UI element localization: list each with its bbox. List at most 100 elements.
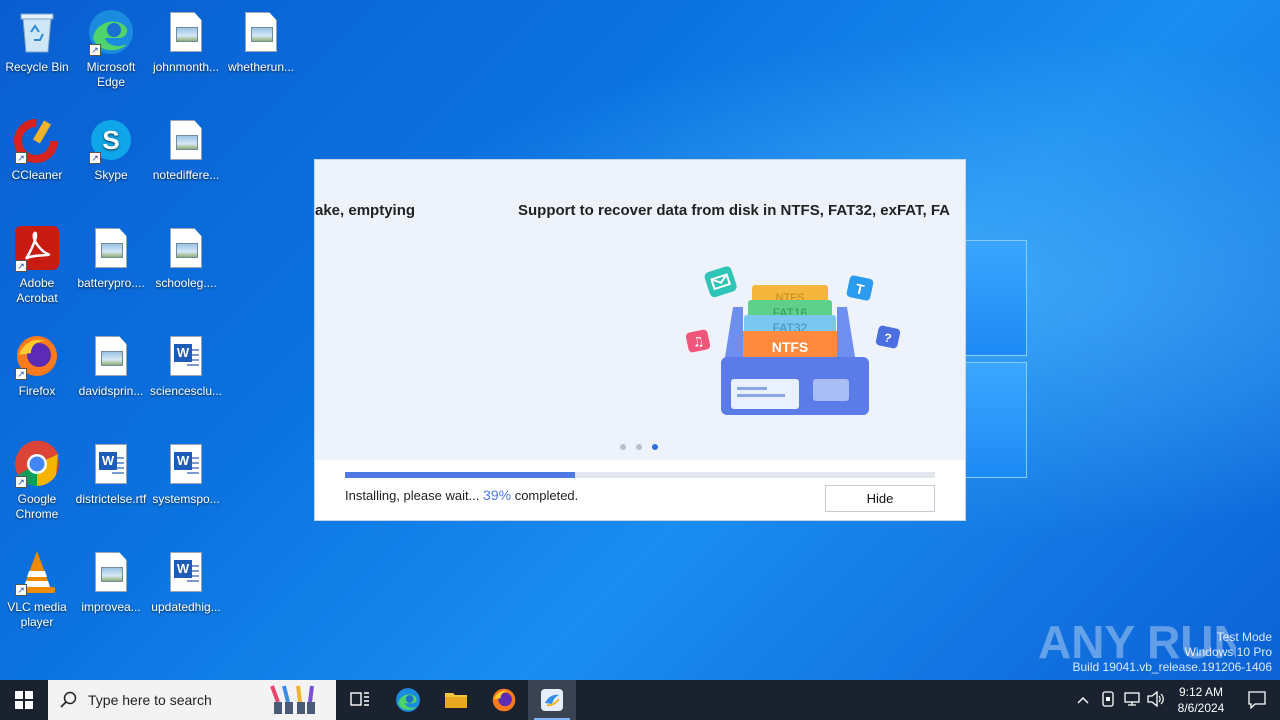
desktop-icon-google-chrome[interactable]: ↗ Google Chrome bbox=[0, 440, 74, 522]
desktop-icon-file[interactable]: W systemspo... bbox=[149, 440, 223, 507]
status-prefix: Installing, please wait... bbox=[345, 488, 480, 503]
carousel-dot[interactable] bbox=[620, 444, 626, 450]
desktop-icon-file[interactable]: schooleg.... bbox=[149, 224, 223, 291]
file-system-illustration: ♫ T ? NTFS FAT16 FAT32 NTFS bbox=[685, 266, 901, 415]
installer-dialog: ake, emptying Support to recover data fr… bbox=[315, 160, 965, 520]
desktop-icon-label: Google Chrome bbox=[15, 492, 59, 521]
desktop-icon-file[interactable]: improvea... bbox=[74, 548, 148, 615]
search-highlight-brushes-icon bbox=[270, 685, 315, 714]
action-center-button[interactable] bbox=[1234, 691, 1280, 709]
desktop-icon-ccleaner[interactable]: ↗ CCleaner bbox=[0, 116, 74, 183]
desktop-icon-file[interactable]: W districtelse.rtf bbox=[74, 440, 148, 507]
network-button[interactable] bbox=[1120, 691, 1144, 710]
word-doc-icon: W bbox=[162, 332, 210, 380]
taskbar-installer-app[interactable] bbox=[528, 680, 576, 720]
vlc-icon: ↗ bbox=[13, 548, 61, 596]
image-file-icon bbox=[237, 8, 285, 56]
desktop-icon-file[interactable]: johnmonth... bbox=[149, 8, 223, 75]
image-file-icon bbox=[87, 332, 135, 380]
carousel-dot-active[interactable] bbox=[652, 444, 658, 450]
desktop-icon-label: Skype bbox=[94, 168, 128, 182]
desktop-icon-label: Recycle Bin bbox=[5, 60, 69, 74]
desktop-icon-file[interactable]: W updatedhig... bbox=[149, 548, 223, 615]
taskbar: Type here to search 9:12 AM 8/6/2024 bbox=[0, 680, 1280, 720]
show-hidden-icons-button[interactable] bbox=[1070, 693, 1096, 707]
desktop-icon-label: davidsprin... bbox=[78, 384, 144, 398]
desktop-icon-label: CCleaner bbox=[11, 168, 63, 182]
image-file-icon bbox=[87, 548, 135, 596]
desktop-icon-skype[interactable]: S ↗ Skype bbox=[74, 116, 148, 183]
search-icon bbox=[60, 691, 77, 708]
carousel-dot[interactable] bbox=[636, 444, 642, 450]
word-doc-icon: W bbox=[162, 548, 210, 596]
chevron-up-icon bbox=[1077, 697, 1089, 704]
hide-button[interactable]: Hide bbox=[825, 485, 935, 512]
edge-icon: ↗ bbox=[87, 8, 135, 56]
taskbar-search-box[interactable]: Type here to search bbox=[48, 680, 336, 720]
carousel-dots bbox=[620, 444, 658, 450]
desktop-icon-adobe-acrobat[interactable]: ↗ Adobe Acrobat bbox=[0, 224, 74, 306]
desktop-icon-label: Microsoft Edge bbox=[86, 60, 136, 89]
os-edition-text: Windows 10 Pro bbox=[1184, 645, 1272, 659]
desktop-icon-label: schooleg.... bbox=[155, 276, 217, 290]
illustration-label: NTFS bbox=[772, 339, 809, 355]
desktop-icon-label: districtelse.rtf bbox=[75, 492, 147, 506]
clock-time: 9:12 AM bbox=[1178, 685, 1224, 699]
desktop-icon-label: improvea... bbox=[81, 600, 141, 614]
task-view-icon bbox=[350, 692, 369, 706]
desktop-icon-label: batterypro.... bbox=[77, 276, 145, 290]
desktop-icon-label: whetherun... bbox=[227, 60, 295, 74]
installer-footer: Installing, please wait... 39% completed… bbox=[315, 460, 965, 520]
installer-app-icon bbox=[541, 689, 563, 711]
taskbar-firefox[interactable] bbox=[480, 680, 528, 720]
anyrun-watermark: ANY RUN Test Mode Windows 10 Pro Build 1… bbox=[1036, 608, 1276, 674]
desktop-icon-vlc[interactable]: ↗ VLC media player bbox=[0, 548, 74, 630]
clock[interactable]: 9:12 AM 8/6/2024 bbox=[1168, 684, 1234, 716]
desktop-icon-label: johnmonth... bbox=[152, 60, 220, 74]
carousel-slide-text: Support to recover data from disk in NTF… bbox=[518, 202, 951, 219]
carousel-prev-slide-text: ake, emptying bbox=[315, 202, 416, 219]
feature-carousel: ake, emptying Support to recover data fr… bbox=[315, 160, 965, 460]
chrome-icon: ↗ bbox=[13, 440, 61, 488]
windows-logo-wallpaper bbox=[965, 240, 1029, 480]
desktop-icon-label: VLC media player bbox=[7, 600, 67, 629]
desktop-icon-file[interactable]: whetherun... bbox=[224, 8, 298, 75]
progress-bar bbox=[345, 472, 935, 478]
windows-start-icon bbox=[15, 691, 33, 709]
device-icon bbox=[1102, 690, 1114, 707]
task-view-button[interactable] bbox=[336, 680, 384, 720]
desktop-icon-label: updatedhig... bbox=[151, 600, 221, 614]
progress-fill bbox=[345, 472, 576, 478]
taskbar-edge[interactable] bbox=[384, 680, 432, 720]
desktop-icon-microsoft-edge[interactable]: ↗ Microsoft Edge bbox=[74, 8, 148, 90]
ccleaner-icon: ↗ bbox=[13, 116, 61, 164]
desktop-icon-firefox[interactable]: ↗ Firefox bbox=[0, 332, 74, 399]
taskbar-file-explorer[interactable] bbox=[432, 680, 480, 720]
firefox-icon: ↗ bbox=[13, 332, 61, 380]
build-text: Build 19041.vb_release.191206-1406 bbox=[1072, 660, 1273, 674]
system-tray: 9:12 AM 8/6/2024 bbox=[1070, 680, 1280, 720]
acrobat-icon: ↗ bbox=[13, 224, 61, 272]
word-doc-icon: W bbox=[162, 440, 210, 488]
desktop-icon-label: sciencesclu... bbox=[149, 384, 223, 398]
recycle-bin-icon bbox=[13, 8, 61, 56]
desktop-icon-file[interactable]: notediffere... bbox=[149, 116, 223, 183]
image-file-icon bbox=[162, 224, 210, 272]
image-file-icon bbox=[162, 116, 210, 164]
volume-button[interactable] bbox=[1144, 690, 1168, 710]
word-doc-icon: W bbox=[87, 440, 135, 488]
desktop-icon-recycle-bin[interactable]: Recycle Bin bbox=[0, 8, 74, 75]
notification-icon bbox=[1248, 691, 1266, 709]
edge-icon bbox=[396, 688, 420, 712]
status-suffix: completed. bbox=[514, 488, 579, 503]
network-icon bbox=[1124, 691, 1140, 706]
install-status: Installing, please wait... 39% completed… bbox=[345, 487, 578, 503]
start-button[interactable] bbox=[0, 680, 48, 720]
status-percent: 39% bbox=[483, 487, 512, 503]
test-mode-text: Test Mode bbox=[1216, 630, 1272, 644]
desktop-icon-file[interactable]: W sciencesclu... bbox=[149, 332, 223, 399]
desktop-icon-file[interactable]: batterypro.... bbox=[74, 224, 148, 291]
skype-icon: S ↗ bbox=[87, 116, 135, 164]
desktop-icon-file[interactable]: davidsprin... bbox=[74, 332, 148, 399]
tray-device-button[interactable] bbox=[1096, 690, 1120, 710]
